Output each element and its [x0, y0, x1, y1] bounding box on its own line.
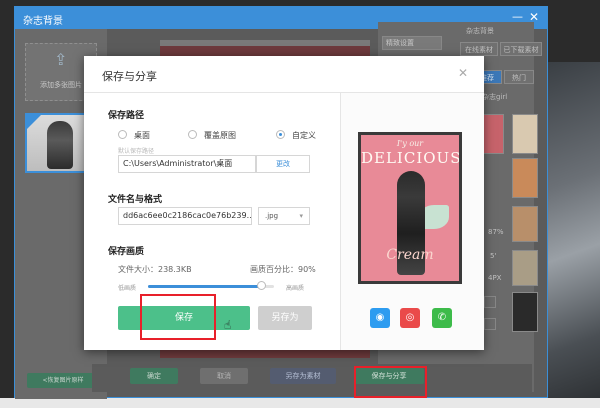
save-as-material-button[interactable]: 另存为素材	[270, 368, 336, 384]
material-thumb[interactable]	[512, 114, 538, 154]
save-path-input[interactable]: C:\Users\Administrator\桌面	[118, 155, 256, 173]
thumbnail-person-image	[47, 121, 73, 169]
panel-label: 杂志背景	[466, 27, 494, 35]
save-path-title: 保存路径	[108, 111, 145, 121]
highlight-frame	[354, 366, 427, 398]
setting-value: 4PX	[488, 274, 502, 282]
radio-custom[interactable]: 自定义	[276, 130, 316, 141]
setting-value: 87%	[488, 228, 504, 236]
upload-icon: ⇪	[54, 50, 68, 69]
tab-downloaded-material[interactable]: 已下载素材	[500, 42, 542, 56]
qq-icon: ◉	[375, 312, 385, 323]
high-quality-label: 高画质	[286, 285, 305, 292]
window-title: 杂志背景	[23, 16, 63, 27]
poster-text: Cream	[386, 247, 434, 263]
material-thumb[interactable]	[512, 206, 538, 242]
radio-dot	[118, 130, 127, 139]
radio-label: 桌面	[134, 131, 150, 140]
format-value: .jpg	[265, 212, 279, 220]
save-quality-title: 保存画质	[108, 247, 145, 257]
tab-online-material[interactable]: 在线素材	[460, 42, 498, 56]
material-thumb[interactable]	[512, 158, 538, 198]
radio-label: 覆盖原图	[204, 131, 236, 140]
material-category-label: 杂志girl	[482, 93, 508, 101]
wechat-share-button[interactable]: ✆	[432, 308, 452, 328]
material-thumb[interactable]	[512, 292, 538, 332]
chevron-down-icon: ▾	[299, 212, 303, 220]
quality-slider[interactable]	[148, 281, 274, 290]
dialog-close-icon[interactable]: ✕	[458, 66, 468, 80]
path-hint: 默认保存路径	[118, 148, 155, 155]
quality-settings-select[interactable]: 精致设置	[382, 36, 442, 50]
weibo-icon: ◎	[405, 312, 415, 323]
file-size-text: 文件大小：238.3KB	[118, 265, 192, 274]
material-thumb[interactable]	[512, 250, 538, 286]
weibo-share-button[interactable]: ◎	[400, 308, 420, 328]
setting-checkbox[interactable]	[484, 318, 496, 330]
mouse-cursor-icon: ☝	[224, 318, 232, 332]
change-path-button[interactable]: 更改	[256, 155, 310, 173]
setting-checkbox[interactable]	[484, 296, 496, 308]
tab-popular[interactable]: 热门	[504, 70, 534, 84]
low-quality-label: 低画质	[118, 285, 137, 292]
filename-format-title: 文件名与格式	[108, 195, 163, 205]
filename-input[interactable]: dd6ac6ee0c2186cac0e76b239...	[118, 207, 252, 225]
reset-image-button[interactable]: <恢复图片原样	[27, 373, 99, 388]
selected-corner-icon	[27, 115, 41, 129]
highlight-frame	[140, 294, 216, 340]
wechat-icon: ✆	[437, 312, 447, 323]
radio-overwrite[interactable]: 覆盖原图	[188, 130, 236, 141]
dialog-title: 保存与分享	[102, 70, 157, 83]
qq-share-button[interactable]: ◉	[370, 308, 390, 328]
preview-poster: I'y our DELICIOUS Cream	[358, 132, 462, 284]
poster-text: DELICIOUS	[361, 149, 462, 167]
radio-desktop[interactable]: 桌面	[118, 130, 150, 141]
cancel-button[interactable]: 取消	[200, 368, 248, 384]
radio-dot	[188, 130, 197, 139]
background-photo	[548, 62, 600, 408]
setting-value: 5'	[490, 252, 497, 260]
radio-label: 自定义	[292, 131, 316, 140]
taskbar-strip	[0, 398, 600, 408]
poster-text: I'y our	[396, 139, 424, 148]
confirm-button[interactable]: 确定	[130, 368, 178, 384]
save-as-button[interactable]: 另存为	[258, 306, 312, 330]
radio-dot-selected	[276, 130, 285, 139]
quality-percent-text: 画质百分比：90%	[250, 265, 316, 274]
format-select[interactable]: .jpg ▾	[258, 207, 310, 225]
quality-slider-fill	[148, 285, 262, 288]
